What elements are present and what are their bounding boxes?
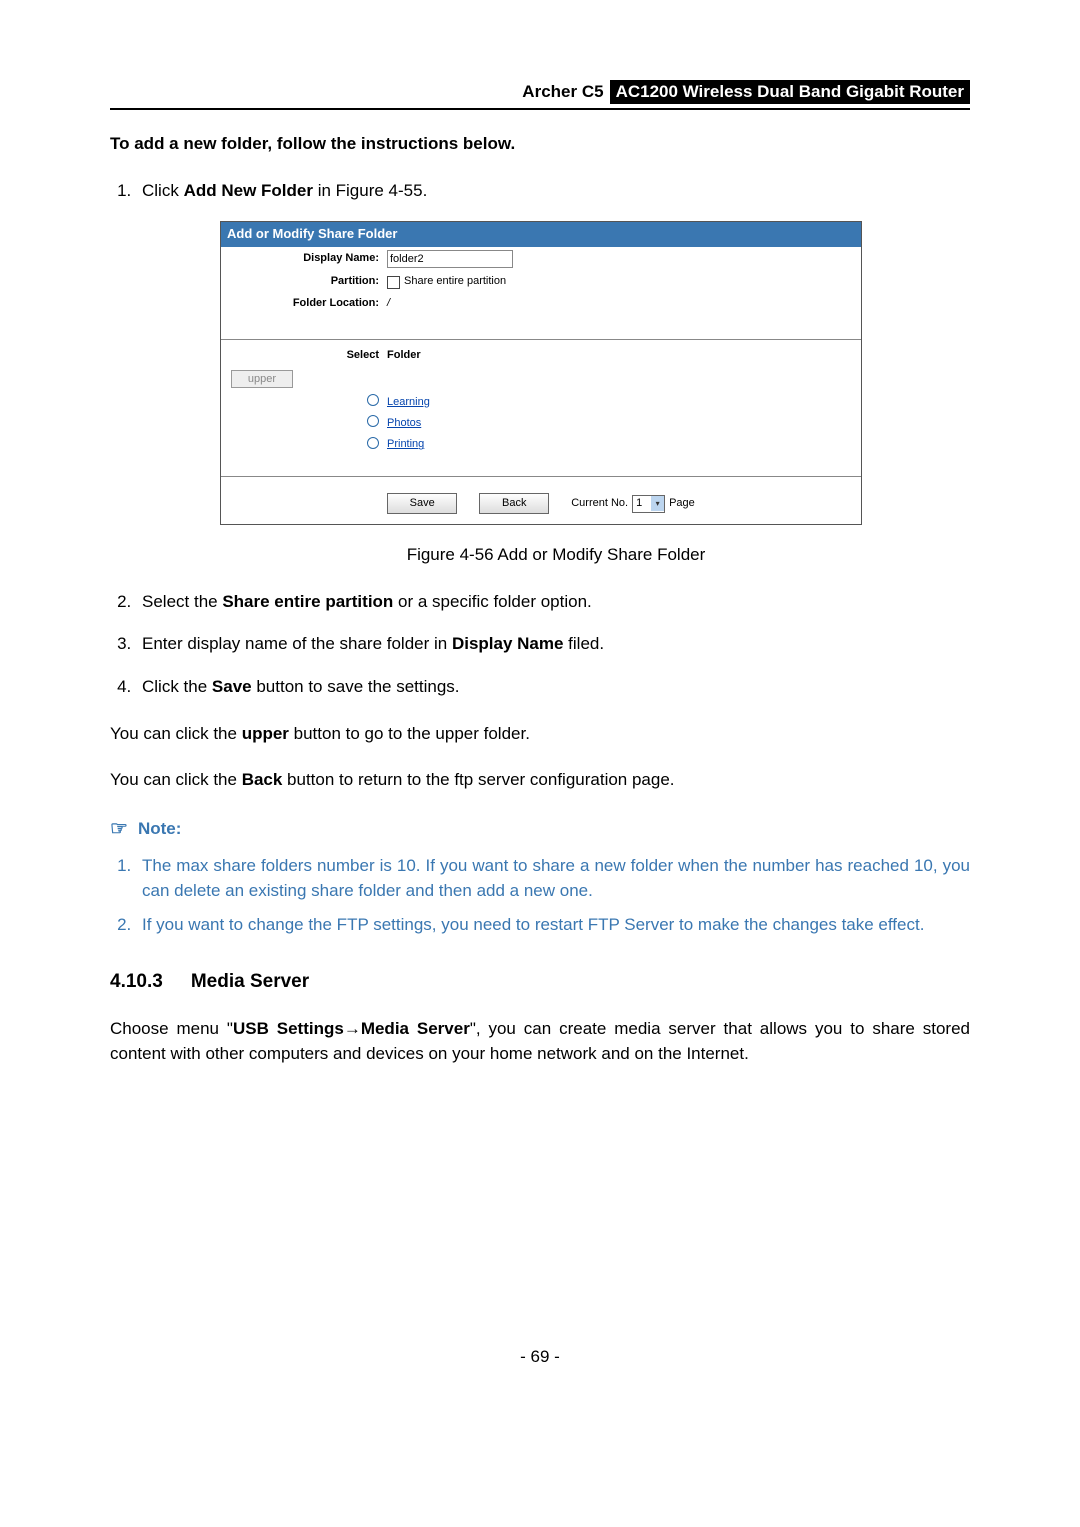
folder-header: Folder	[387, 348, 421, 364]
row-radio-1[interactable]	[367, 394, 379, 406]
note-2: If you want to change the FTP settings, …	[136, 913, 970, 938]
page-label: Page	[669, 496, 695, 512]
header-model: AC1200 Wireless Dual Band Gigabit Router	[610, 80, 970, 104]
row-radio-3[interactable]	[367, 437, 379, 449]
step4-post: button to save the settings.	[252, 677, 460, 696]
display-name-label: Display Name:	[229, 251, 387, 267]
separator	[221, 476, 861, 477]
step1-bold: Add New Folder	[184, 181, 313, 200]
table-row: Printing	[221, 435, 861, 456]
mp-arrow: →	[344, 1019, 361, 1038]
folder-link-learning[interactable]: Learning	[387, 395, 430, 411]
upper-pre: You can click the	[110, 724, 242, 743]
figure-4-56: Add or Modify Share Folder Display Name:…	[220, 221, 970, 525]
step-1: Click Add New Folder in Figure 4-55. Add…	[136, 179, 970, 568]
figure-caption: Figure 4-56 Add or Modify Share Folder	[142, 543, 970, 568]
back-post: button to return to the ftp server confi…	[282, 770, 674, 789]
folder-location-value: /	[387, 296, 390, 312]
current-no-label: Current No.	[571, 496, 628, 512]
page-header: Archer C5 AC1200 Wireless Dual Band Giga…	[110, 80, 970, 104]
chevron-down-icon: ▾	[651, 496, 664, 511]
folder-table-header: Select Folder	[221, 346, 861, 366]
share-entire-partition-checkbox[interactable]	[387, 276, 400, 289]
mp-pre: Choose menu "	[110, 1019, 233, 1038]
step-2: Select the Share entire partition or a s…	[136, 590, 970, 615]
back-bold: Back	[242, 770, 283, 789]
table-row: Photos	[221, 413, 861, 434]
step3-pre: Enter display name of the share folder i…	[142, 634, 452, 653]
header-rule	[110, 108, 970, 110]
step2-post: or a specific folder option.	[393, 592, 591, 611]
save-button[interactable]: Save	[387, 493, 457, 514]
figure-title: Add or Modify Share Folder	[221, 222, 861, 247]
section-title: Media Server	[191, 968, 309, 996]
step1-pre: Click	[142, 181, 184, 200]
section-number: 4.10.3	[110, 968, 163, 996]
upper-note: You can click the upper button to go to …	[110, 722, 970, 747]
step4-bold: Save	[212, 677, 252, 696]
step1-post: in Figure 4-55.	[313, 181, 427, 200]
row-radio-2[interactable]	[367, 415, 379, 427]
step-3: Enter display name of the share folder i…	[136, 632, 970, 657]
separator	[221, 339, 861, 340]
folder-link-printing[interactable]: Printing	[387, 437, 424, 453]
select-header: Select	[229, 348, 387, 364]
page-select-value: 1	[636, 496, 642, 512]
table-row: Learning	[221, 392, 861, 413]
page-number: - 69 -	[110, 1347, 970, 1367]
figure-footer: Save Back Current No. 1 ▾ Page	[221, 483, 861, 524]
display-name-input[interactable]	[387, 250, 513, 268]
back-button[interactable]: Back	[479, 493, 549, 514]
upper-bold: upper	[242, 724, 289, 743]
mp-bold2: Media Server	[361, 1019, 470, 1038]
partition-label: Partition:	[229, 274, 387, 290]
folder-location-label: Folder Location:	[229, 296, 387, 312]
step3-post: filed.	[563, 634, 604, 653]
pointing-hand-icon: ☞	[110, 815, 128, 844]
intro-heading: To add a new folder, follow the instruct…	[110, 132, 970, 157]
note-1: The max share folders number is 10. If y…	[136, 854, 970, 903]
section-heading: 4.10.3 Media Server	[110, 968, 970, 996]
step4-pre: Click the	[142, 677, 212, 696]
page-select[interactable]: 1 ▾	[632, 495, 665, 513]
step2-pre: Select the	[142, 592, 222, 611]
upper-post: button to go to the upper folder.	[289, 724, 530, 743]
step2-bold: Share entire partition	[222, 592, 393, 611]
note-label: Note:	[138, 817, 181, 842]
partition-text: Share entire partition	[404, 274, 506, 290]
mp-bold1: USB Settings	[233, 1019, 344, 1038]
media-server-paragraph: Choose menu "USB Settings→Media Server",…	[110, 1017, 970, 1066]
step3-bold: Display Name	[452, 634, 564, 653]
folder-link-photos[interactable]: Photos	[387, 416, 421, 432]
upper-button[interactable]: upper	[231, 370, 293, 388]
back-note: You can click the Back button to return …	[110, 768, 970, 793]
note-heading: ☞ Note:	[110, 815, 970, 844]
header-product: Archer C5	[522, 82, 603, 102]
back-pre: You can click the	[110, 770, 242, 789]
step-4: Click the Save button to save the settin…	[136, 675, 970, 700]
